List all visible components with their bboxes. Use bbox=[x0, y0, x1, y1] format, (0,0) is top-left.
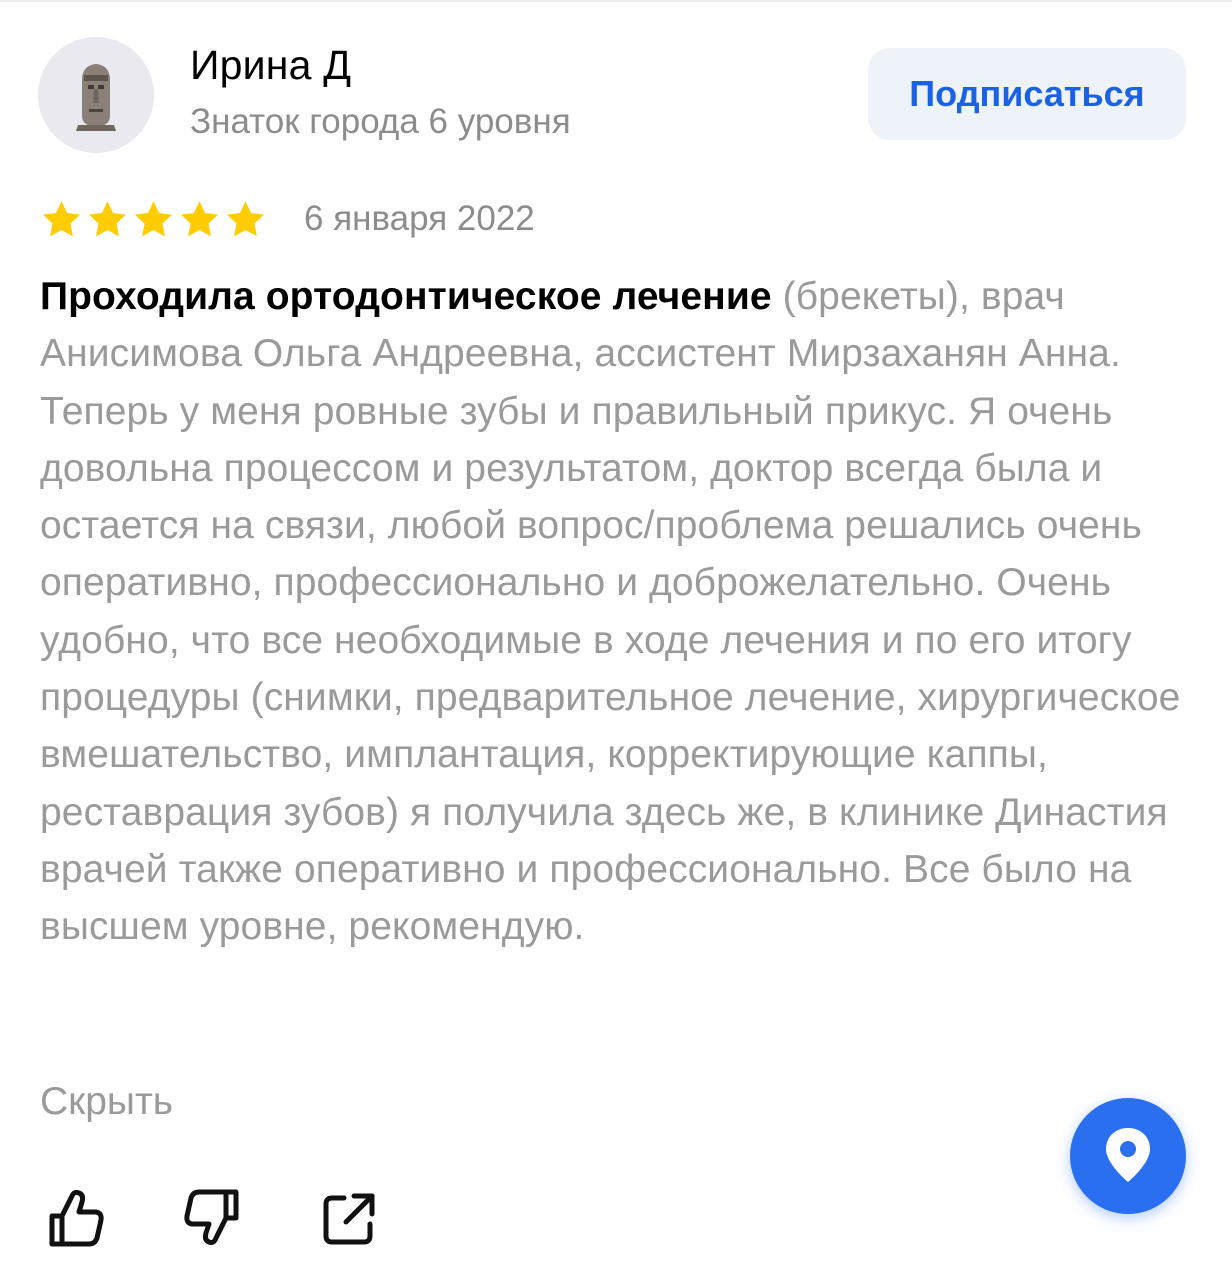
top-divider bbox=[0, 0, 1232, 2]
moai-statue-icon bbox=[76, 64, 116, 131]
star-icon bbox=[227, 201, 264, 237]
thumbs-down-icon[interactable] bbox=[182, 1186, 242, 1250]
avatar[interactable] bbox=[38, 37, 154, 153]
rating-stars bbox=[40, 198, 267, 244]
star-icon bbox=[135, 201, 172, 237]
review-text: Проходила ортодонтическое лечение (бреке… bbox=[40, 268, 1202, 956]
review-continuation: (брекеты), врач Анисимова Ольга Андреевн… bbox=[40, 275, 1181, 949]
review-lead: Проходила ортодонтическое лечение bbox=[40, 275, 772, 318]
review-actions bbox=[46, 1186, 378, 1250]
thumbs-up-icon[interactable] bbox=[46, 1186, 106, 1250]
star-icon bbox=[43, 201, 80, 237]
subscribe-button[interactable]: Подписаться bbox=[868, 48, 1186, 140]
review-date: 6 января 2022 bbox=[304, 199, 535, 238]
author-name[interactable]: Ирина Д bbox=[190, 42, 351, 89]
map-pin-button[interactable] bbox=[1070, 1098, 1186, 1214]
map-pin-icon bbox=[1106, 1128, 1150, 1182]
star-icon bbox=[89, 201, 126, 237]
star-icon bbox=[181, 201, 218, 237]
hide-review-link[interactable]: Скрыть bbox=[40, 1080, 173, 1124]
author-level: Знаток города 6 уровня bbox=[190, 102, 571, 141]
share-icon[interactable] bbox=[318, 1186, 378, 1250]
